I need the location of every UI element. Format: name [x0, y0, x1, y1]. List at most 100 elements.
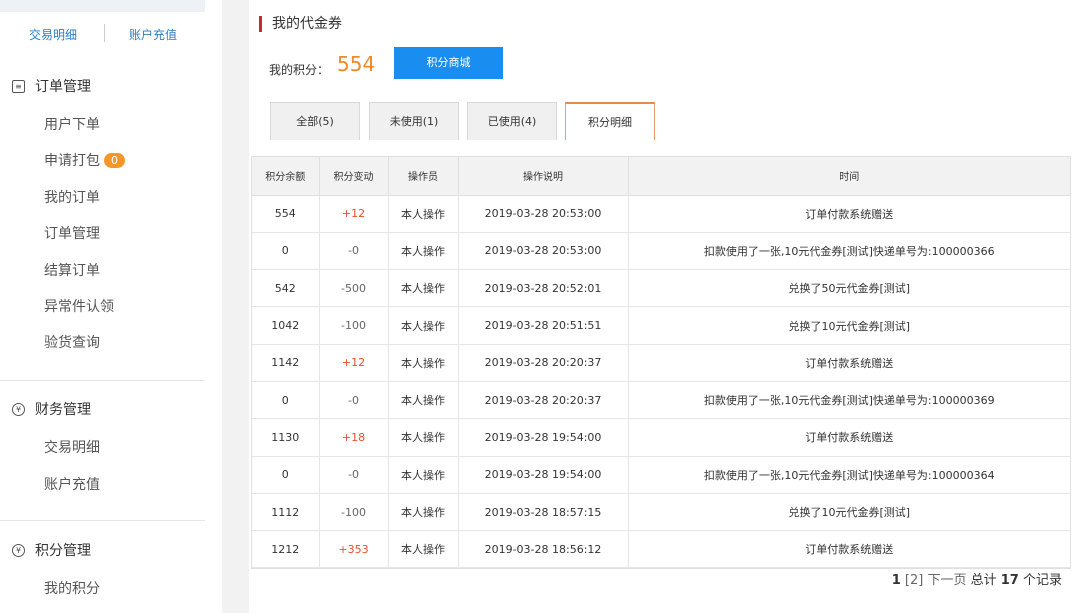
cell-operator: 本人操作 [388, 195, 459, 233]
cell-change: -100 [319, 306, 389, 345]
column-header-time: 时间 [628, 157, 1070, 196]
cell-change: -100 [319, 493, 389, 532]
table-row: 1112 -100 本人操作 2019-03-28 18:57:15 兑换了10元代金券… [252, 493, 1070, 532]
count-badge: 0 [104, 153, 125, 168]
cell-time: 2019-03-28 20:52:01 [458, 269, 629, 308]
sidebar-divider [0, 380, 205, 381]
cell-change: +353 [319, 530, 389, 569]
group-finance-management[interactable]: ¥ 财务管理 [12, 399, 91, 419]
group-title-label: 财务管理 [35, 402, 91, 418]
column-header-description: 操作说明 [458, 157, 629, 196]
cell-balance: 0 [252, 456, 320, 494]
points-value: 554 [337, 52, 376, 76]
list-icon: ≡ [12, 79, 25, 93]
cell-change: +12 [319, 344, 389, 382]
group-order-management[interactable]: ≡ 订单管理 [12, 76, 91, 96]
cell-change: -0 [319, 456, 389, 494]
quick-link-recharge[interactable]: 账户充值 [129, 26, 177, 43]
cell-time: 2019-03-28 20:53:00 [458, 195, 629, 233]
sidebar-item-recharge[interactable]: 账户充值 [44, 474, 100, 494]
cell-change: -0 [319, 232, 389, 271]
cell-description: 订单付款系统赠送 [628, 530, 1070, 569]
cell-description: 扣款使用了一张,10元代金券[测试]快递单号为:100000369 [628, 381, 1070, 420]
sidebar-item-inspection-query[interactable]: 验货查询 [44, 332, 100, 352]
cell-time: 2019-03-28 19:54:00 [458, 456, 629, 494]
sidebar-item-request-pack[interactable]: 申请打包 0 [44, 150, 125, 170]
tab-all[interactable]: 全部(5) [270, 102, 360, 140]
table-row: 0 -0 本人操作 2019-03-28 20:20:37 扣款使用了一张,10元代金券… [252, 381, 1070, 420]
total-count: 17 [1000, 573, 1019, 588]
cell-operator: 本人操作 [388, 232, 459, 271]
table-row: 0 -0 本人操作 2019-03-28 19:54:00 扣款使用了一张,10元代金券… [252, 456, 1070, 494]
cell-time: 2019-03-28 20:20:37 [458, 344, 629, 382]
cell-balance: 554 [252, 195, 320, 233]
sidebar-item-label: 申请打包 [44, 153, 100, 169]
main-panel: 我的代金券 我的积分： 554 积分商城 全部(5) 未使用(1) 已使用(4)… [249, 0, 1080, 613]
column-header-balance: 积分余额 [252, 157, 320, 196]
page-title: 我的代金券 [259, 16, 342, 32]
cell-change: -500 [319, 269, 389, 308]
total-suffix: 个记录 [1022, 573, 1062, 588]
table-row: 1042 -100 本人操作 2019-03-28 20:51:51 兑换了10元代金券… [252, 306, 1070, 345]
cell-description: 扣款使用了一张,10元代金券[测试]快递单号为:100000364 [628, 456, 1070, 494]
cell-operator: 本人操作 [388, 456, 459, 494]
cell-change: +18 [319, 418, 389, 457]
cell-operator: 本人操作 [388, 381, 459, 420]
cell-time: 2019-03-28 19:54:00 [458, 418, 629, 457]
points-table: 积分余额 积分变动 操作员 操作说明 时间 554 +12 本人操作 2019-03-… [251, 156, 1071, 570]
cell-balance: 1042 [252, 306, 320, 345]
cell-operator: 本人操作 [388, 418, 459, 457]
table-row: 0 -0 本人操作 2019-03-28 20:53:00 扣款使用了一张,10元代金券… [252, 232, 1070, 271]
cell-description: 兑换了10元代金券[测试] [628, 493, 1070, 532]
cell-time: 2019-03-28 20:53:00 [458, 232, 629, 271]
column-header-change: 积分变动 [319, 157, 389, 196]
cell-operator: 本人操作 [388, 269, 459, 308]
page-2-link[interactable]: [2] [905, 573, 923, 588]
cell-description: 订单付款系统赠送 [628, 418, 1070, 457]
pagination: 1 [2] 下一页 总计 17 个记录 [892, 569, 1062, 588]
points-label: 我的积分： [269, 63, 330, 77]
column-header-operator: 操作员 [388, 157, 459, 196]
cell-description: 订单付款系统赠送 [628, 344, 1070, 382]
tab-used[interactable]: 已使用(4) [467, 102, 557, 140]
table-header-row: 积分余额 积分变动 操作员 操作说明 时间 [252, 157, 1070, 196]
cell-description: 扣款使用了一张,10元代金券[测试]快递单号为:100000366 [628, 232, 1070, 271]
table-row: 1130 +18 本人操作 2019-03-28 19:54:00 订单付款系统赠送 [252, 418, 1070, 457]
sidebar-item-exception-claim[interactable]: 异常件认领 [44, 296, 114, 316]
sidebar-item-settle-orders[interactable]: 结算订单 [44, 260, 100, 280]
yen-icon: ¥ [12, 543, 25, 557]
sidebar-divider [0, 520, 205, 521]
cell-time: 2019-03-28 18:56:12 [458, 530, 629, 569]
cell-balance: 0 [252, 381, 320, 420]
tab-unused[interactable]: 未使用(1) [369, 102, 459, 140]
yen-icon: ¥ [12, 402, 25, 416]
sidebar-top-strip [0, 0, 205, 12]
group-points-management[interactable]: ¥ 积分管理 [12, 540, 91, 560]
sidebar-item-transactions[interactable]: 交易明细 [44, 437, 100, 457]
sidebar-item-my-orders[interactable]: 我的订单 [44, 187, 100, 207]
next-page-link[interactable]: 下一页 [927, 573, 966, 588]
points-mall-button[interactable]: 积分商城 [394, 47, 503, 79]
cell-description: 兑换了50元代金券[测试] [628, 269, 1070, 308]
sidebar-quick-links: 交易明细 账户充值 [0, 24, 210, 46]
tab-points-detail[interactable]: 积分明细 [565, 102, 655, 140]
sidebar-item-my-points[interactable]: 我的积分 [44, 578, 100, 598]
table-row: 542 -500 本人操作 2019-03-28 20:52:01 兑换了50元代金券[… [252, 269, 1070, 308]
current-page: 1 [891, 573, 901, 588]
cell-change: -0 [319, 381, 389, 420]
sidebar-item-order-management[interactable]: 订单管理 [44, 223, 100, 243]
cell-time: 2019-03-28 20:51:51 [458, 306, 629, 345]
total-prefix: 总计 [970, 573, 997, 588]
group-title-label: 积分管理 [35, 543, 91, 559]
cell-operator: 本人操作 [388, 344, 459, 382]
cell-balance: 0 [252, 232, 320, 271]
cell-operator: 本人操作 [388, 306, 459, 345]
cell-description: 兑换了10元代金券[测试] [628, 306, 1070, 345]
cell-description: 订单付款系统赠送 [628, 195, 1070, 233]
cell-time: 2019-03-28 20:20:37 [458, 381, 629, 420]
quick-link-divider [104, 24, 105, 42]
table-row: 1142 +12 本人操作 2019-03-28 20:20:37 订单付款系统赠送 [252, 344, 1070, 382]
table-row: 554 +12 本人操作 2019-03-28 20:53:00 订单付款系统赠送 [252, 195, 1070, 233]
quick-link-transactions[interactable]: 交易明细 [29, 26, 77, 43]
sidebar-item-place-order[interactable]: 用户下单 [44, 114, 100, 134]
